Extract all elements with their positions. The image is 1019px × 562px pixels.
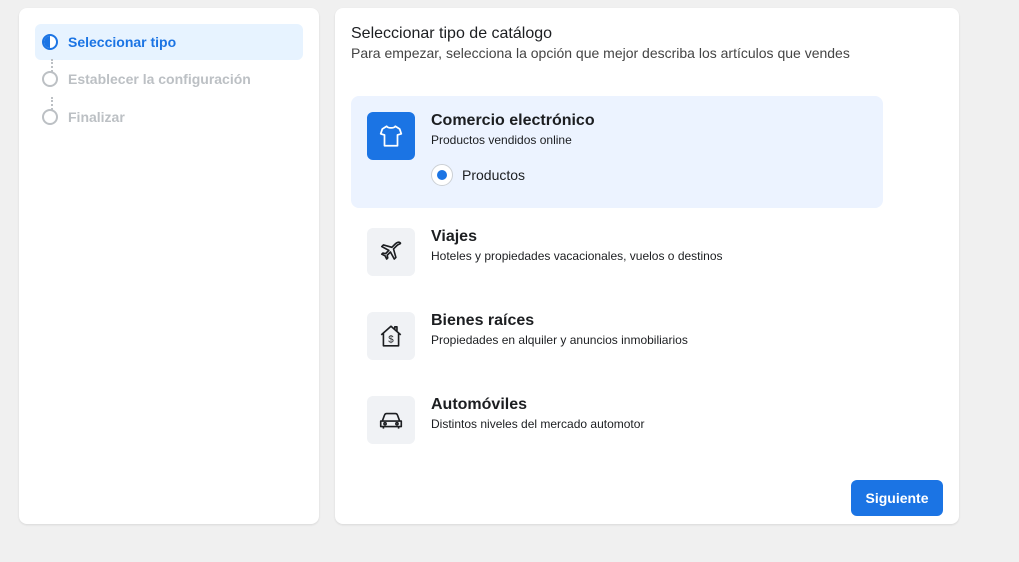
- house-dollar-icon: $: [367, 312, 415, 360]
- products-radio-label: Productos: [462, 167, 526, 183]
- option-travel[interactable]: Viajes Hoteles y propiedades vacacionale…: [351, 212, 883, 292]
- option-description: Productos vendidos online: [431, 133, 572, 147]
- next-button[interactable]: Siguiente: [851, 480, 943, 516]
- airplane-icon: [367, 228, 415, 276]
- option-title: Viajes: [431, 228, 477, 245]
- step-label: Seleccionar tipo: [68, 34, 177, 50]
- empty-circle-icon: [42, 109, 58, 125]
- car-icon: [367, 396, 415, 444]
- radio-dot-icon: [437, 170, 447, 180]
- svg-text:$: $: [388, 335, 394, 346]
- catalog-type-panel: Seleccionar tipo de catálogo Para empeza…: [335, 8, 959, 524]
- step-label: Finalizar: [68, 109, 125, 125]
- page-subtitle: Para empezar, selecciona la opción que m…: [351, 45, 850, 61]
- option-real-estate[interactable]: $ Bienes raíces Propiedades en alquiler …: [351, 296, 883, 376]
- empty-circle-icon: [42, 71, 58, 87]
- option-ecommerce[interactable]: Comercio electrónico Productos vendidos …: [351, 96, 883, 208]
- steps-sidebar: Seleccionar tipo Establecer la configura…: [19, 8, 319, 524]
- option-description: Propiedades en alquiler y anuncios inmob…: [431, 333, 688, 347]
- option-title: Automóviles: [431, 396, 528, 413]
- products-radio[interactable]: [431, 164, 453, 186]
- half-filled-circle-icon: [42, 34, 58, 50]
- page-title: Seleccionar tipo de catálogo: [351, 25, 553, 42]
- tshirt-icon: [367, 112, 415, 160]
- option-description: Distintos niveles del mercado automotor: [431, 417, 645, 431]
- step-select-type[interactable]: Seleccionar tipo: [35, 24, 303, 60]
- step-finish[interactable]: Finalizar: [35, 99, 303, 135]
- step-configuration[interactable]: Establecer la configuración: [35, 61, 303, 97]
- option-automobiles[interactable]: Automóviles Distintos niveles del mercad…: [351, 380, 883, 460]
- option-title: Bienes raíces: [431, 312, 535, 329]
- step-label: Establecer la configuración: [68, 71, 251, 87]
- option-title: Comercio electrónico: [431, 112, 595, 129]
- option-description: Hoteles y propiedades vacacionales, vuel…: [431, 249, 723, 263]
- products-radio-option[interactable]: Productos: [431, 164, 525, 186]
